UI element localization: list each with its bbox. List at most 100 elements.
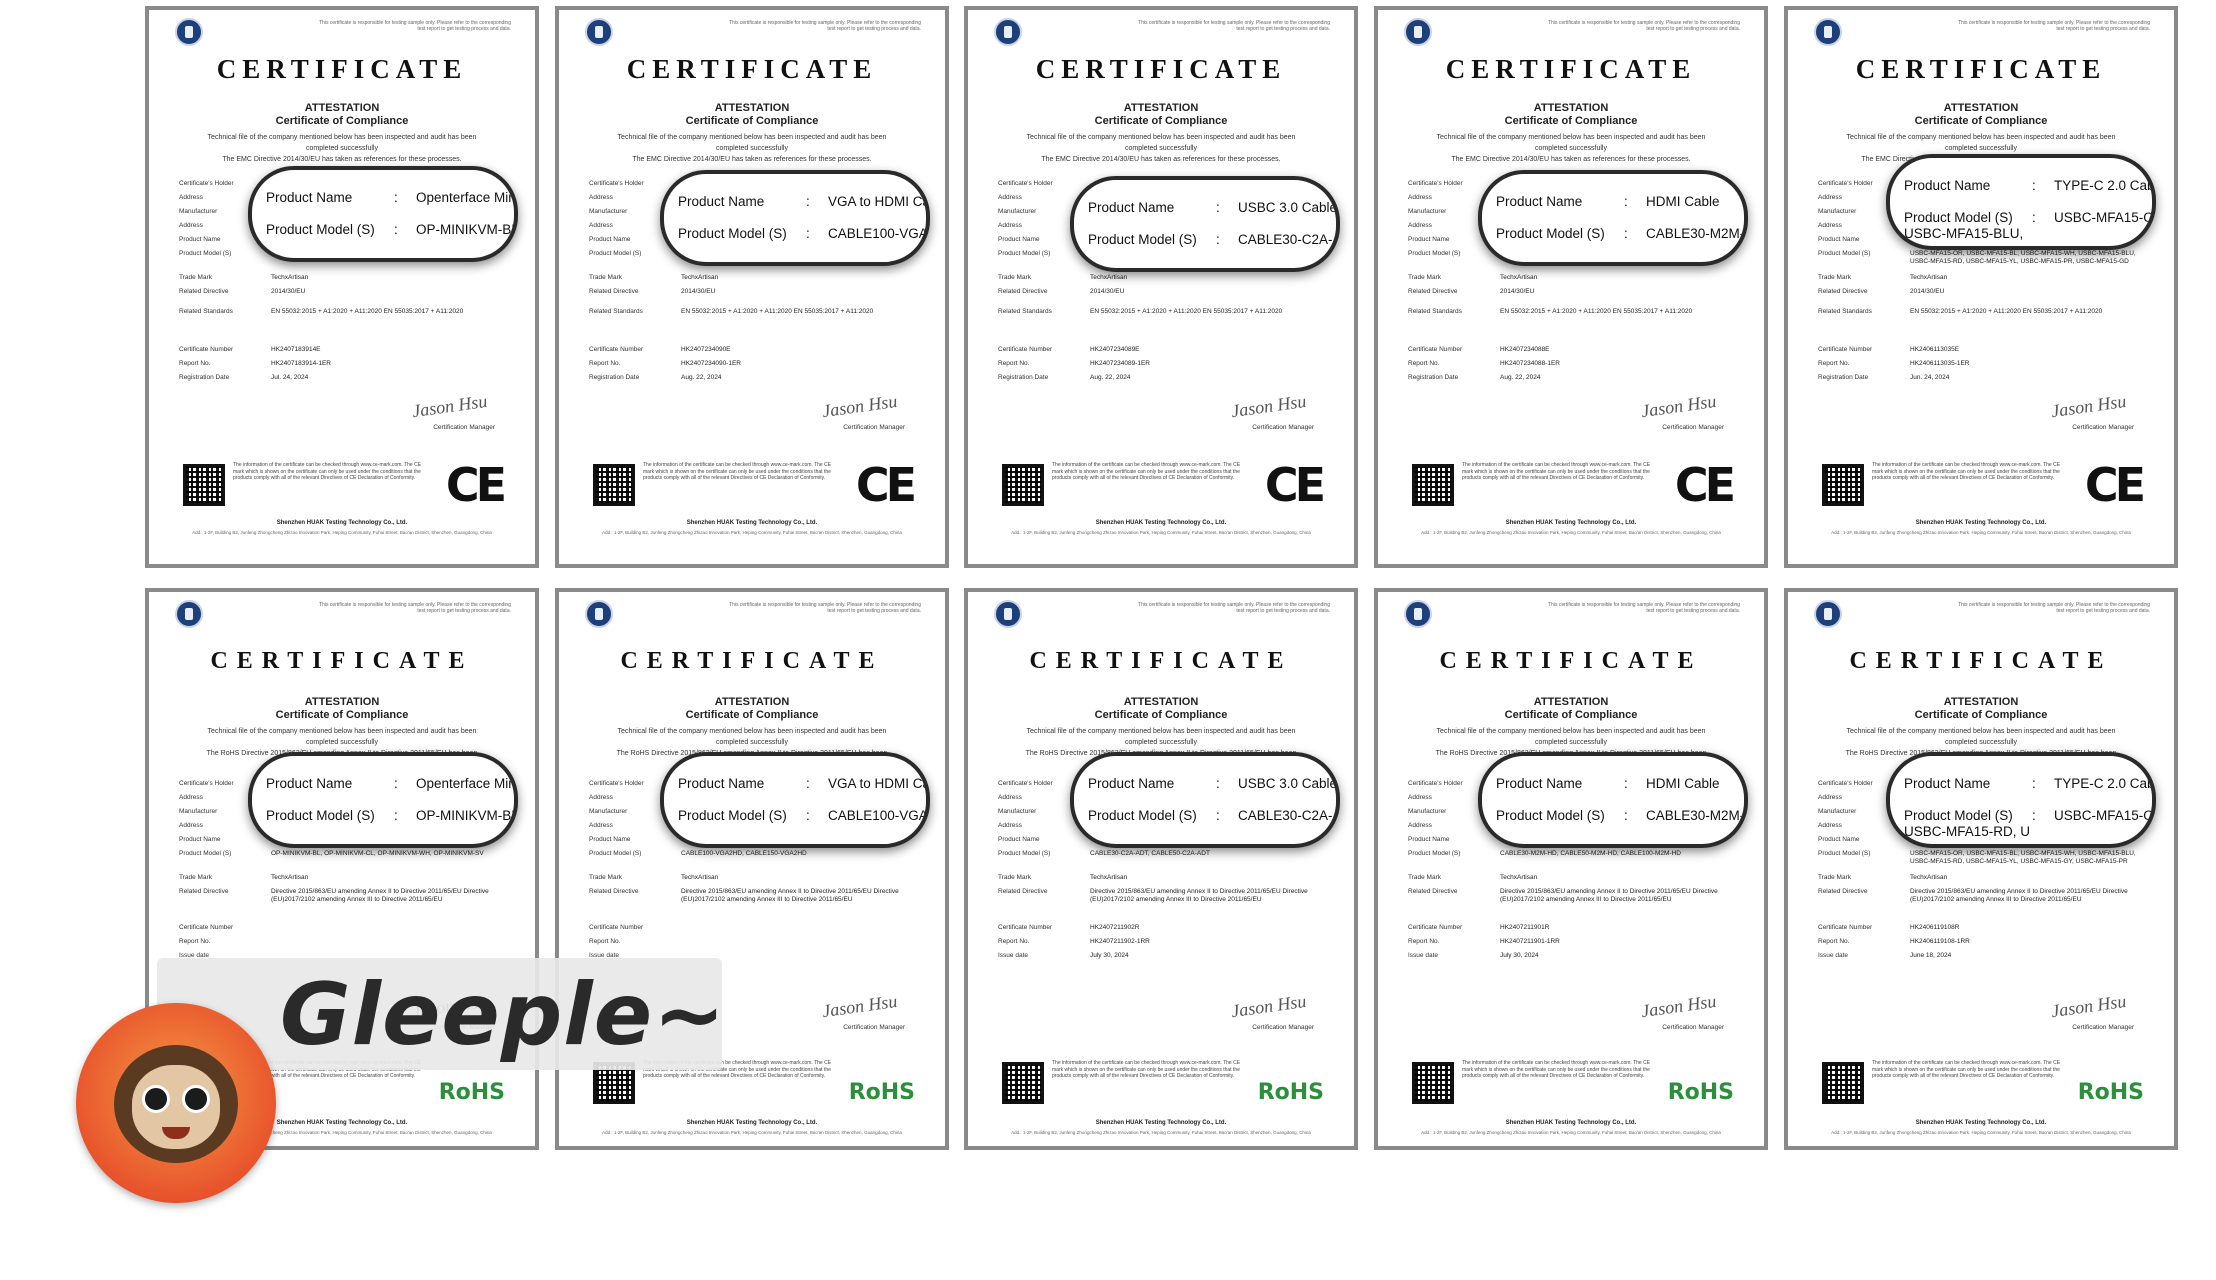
- callout-name-label: Product Name: [678, 776, 765, 791]
- certificate-subtitle: Certificate of Compliance: [1914, 115, 2048, 127]
- cert-number-value: HK2407234090E: [681, 346, 731, 353]
- callout-name-value: VGA to HDMI Cable w: [828, 776, 930, 791]
- date-value: Aug. 22, 2024: [1090, 374, 1131, 381]
- directive-label: Related Directive: [998, 888, 1048, 895]
- signature: Jason Hsu: [1229, 990, 1307, 1022]
- qr-code-icon: [1002, 1062, 1044, 1104]
- fine-print: The information of the certificate can b…: [1462, 462, 1651, 481]
- callout-name-label: Product Name: [1496, 194, 1583, 209]
- fine-print: The information of the certificate can b…: [1872, 1060, 2061, 1079]
- company-address: Add.: 1-2F, Building B2, Junfeng Zhongch…: [1011, 1130, 1311, 1135]
- intro-line-1: Technical file of the company mentioned …: [617, 728, 887, 746]
- huak-logo-icon: [1404, 600, 1432, 628]
- disclaimer: This certificate is responsible for test…: [1548, 20, 1740, 32]
- trade-mark-value: TechxArtisan: [1500, 874, 1538, 881]
- certificate-subtitle: Certificate of Compliance: [1914, 709, 2048, 721]
- product-name-label: Product Name: [998, 236, 1040, 243]
- callout-model-row: Product Model (S):USBC-MFA15-OR, U USBC-…: [1904, 808, 2152, 840]
- manager-label: Certification Manager: [843, 1024, 905, 1031]
- directive-label: Related Directive: [589, 288, 639, 295]
- product-model-label: Product Model (S): [1818, 250, 1871, 257]
- certificate-card: This certificate is responsible for test…: [1374, 588, 1768, 1150]
- directive-value: 2014/30/EU: [1090, 288, 1125, 295]
- attestation-heading: ATTESTATION Certificate of Compliance: [581, 102, 923, 128]
- huak-logo-icon: [585, 600, 613, 628]
- qr-code-icon: [1002, 464, 1044, 506]
- report-no-value: HK2407183914-1ER: [271, 360, 331, 367]
- cert-number-label: Certificate Number: [179, 346, 234, 353]
- magnifier-callout: Product Name:Openterface Mini-KVM Produc…: [248, 166, 518, 262]
- attestation-label: ATTESTATION: [1533, 696, 1609, 708]
- magnifier-callout: Product Name:VGA to HDMI Cable w Product…: [660, 752, 930, 848]
- rohs-mark-icon: RoHS: [1257, 1080, 1324, 1105]
- directive-label: Related Directive: [1818, 888, 1868, 895]
- date-label: Issue date: [1818, 952, 1848, 959]
- directive-label: Related Directive: [1408, 888, 1458, 895]
- manager-label: Certification Manager: [1662, 424, 1724, 431]
- attestation-label: ATTESTATION: [714, 102, 790, 114]
- callout-model-label: Product Model (S): [266, 808, 375, 823]
- manufacturer-label: Manufacturer: [998, 808, 1037, 815]
- callout-name-row: Product Name:Openterface Mini-KVM: [266, 776, 514, 792]
- product-name-label: Product Name: [179, 236, 221, 243]
- huak-logo-icon: [175, 18, 203, 46]
- directive-value: 2014/30/EU: [1500, 288, 1535, 295]
- standards-label: Related Standards: [1408, 308, 1462, 315]
- standards-value: EN 55032:2015 + A1:2020 + A11:2020 EN 55…: [681, 308, 874, 315]
- intro-line-2: The EMC Directive 2014/30/EU has taken a…: [1041, 156, 1281, 163]
- date-label: Registration Date: [1408, 374, 1459, 381]
- company-name: Shenzhen HUAK Testing Technology Co., Lt…: [686, 520, 818, 526]
- date-value: Aug. 22, 2024: [1500, 374, 1541, 381]
- address-label: Address: [589, 222, 613, 229]
- product-model-value: OP-MINIKVM-BL, OP-MINIKVM-CL, OP-MINIKVM…: [271, 850, 484, 857]
- intro-line-1: Technical file of the company mentioned …: [1846, 728, 2116, 746]
- directive-label: Related Directive: [179, 288, 229, 295]
- trade-mark-label: Trade Mark: [998, 274, 1031, 281]
- date-label: Issue date: [998, 952, 1028, 959]
- report-no-label: Report No.: [1818, 360, 1850, 367]
- directive-label: Related Directive: [589, 888, 639, 895]
- disclaimer: This certificate is responsible for test…: [1958, 20, 2150, 32]
- report-no-value: HK2407211901-1RR: [1500, 938, 1560, 945]
- cert-number-label: Certificate Number: [1818, 924, 1873, 931]
- signature: Jason Hsu: [1639, 990, 1717, 1022]
- fine-print: The information of the certificate can b…: [233, 462, 422, 481]
- cert-number-label: Certificate Number: [1408, 924, 1463, 931]
- company-address: Add.: 1-2F, Building B2, Junfeng Zhongch…: [1421, 1130, 1721, 1135]
- rohs-mark-icon: RoHS: [1667, 1080, 1734, 1105]
- date-label: Issue date: [1408, 952, 1438, 959]
- callout-name-value: HDMI Cable: [1646, 776, 1720, 791]
- intro-line-1: Technical file of the company mentioned …: [617, 134, 887, 152]
- callout-model-row: Product Model (S):CABLE100-VGA2HD, C: [678, 226, 926, 242]
- callout-model-value: CABLE30-M2M-HD: [1646, 808, 1745, 823]
- standards-value: EN 55032:2015 + A1:2020 + A11:2020 EN 55…: [271, 308, 464, 315]
- callout-model-value: CABLE100-VGA2HD: [828, 808, 928, 823]
- callout-name-label: Product Name: [1496, 776, 1583, 791]
- company-name: Shenzhen HUAK Testing Technology Co., Lt…: [686, 1120, 818, 1126]
- company-address: Add.: 1-2F, Building B2, Junfeng Zhongch…: [602, 1130, 902, 1135]
- cert-number-label: Certificate Number: [589, 924, 644, 931]
- manufacturer-label: Manufacturer: [589, 208, 628, 215]
- qr-code-icon: [593, 464, 635, 506]
- certificate-card: This certificate is responsible for test…: [964, 6, 1358, 568]
- trade-mark-label: Trade Mark: [1818, 874, 1851, 881]
- callout-model-row: Product Model (S):CABLE30-M2M-HD: [1496, 226, 1744, 242]
- callout-name-row: Product Name:USBC 3.0 Cable with: [1088, 776, 1336, 792]
- disclaimer: This certificate is responsible for test…: [319, 20, 511, 32]
- fine-print: The information of the certificate can b…: [1872, 462, 2061, 481]
- address-label: Address: [589, 194, 613, 201]
- disclaimer: This certificate is responsible for test…: [1958, 602, 2150, 614]
- report-no-value: HK2406119108-1RR: [1910, 938, 1970, 945]
- company-address: Add.: 1-2F, Building B2, Junfeng Zhongch…: [1011, 530, 1311, 535]
- callout-model-row: Product Model (S):CABLE100-VGA2HD: [678, 808, 928, 824]
- ce-mark-icon: CE: [1264, 458, 1326, 512]
- product-model-value: CABLE100-VGA2HD, CABLE150-VGA2HD: [681, 850, 807, 857]
- attestation-label: ATTESTATION: [1123, 696, 1199, 708]
- rohs-mark-icon: RoHS: [438, 1080, 505, 1105]
- address-label: Address: [1818, 222, 1842, 229]
- callout-name-label: Product Name: [678, 194, 765, 209]
- huak-logo-icon: [585, 18, 613, 46]
- cert-number-value: HK2406119108R: [1910, 924, 1960, 931]
- report-no-label: Report No.: [1818, 938, 1850, 945]
- report-no-value: HK2407234088-1ER: [1500, 360, 1560, 367]
